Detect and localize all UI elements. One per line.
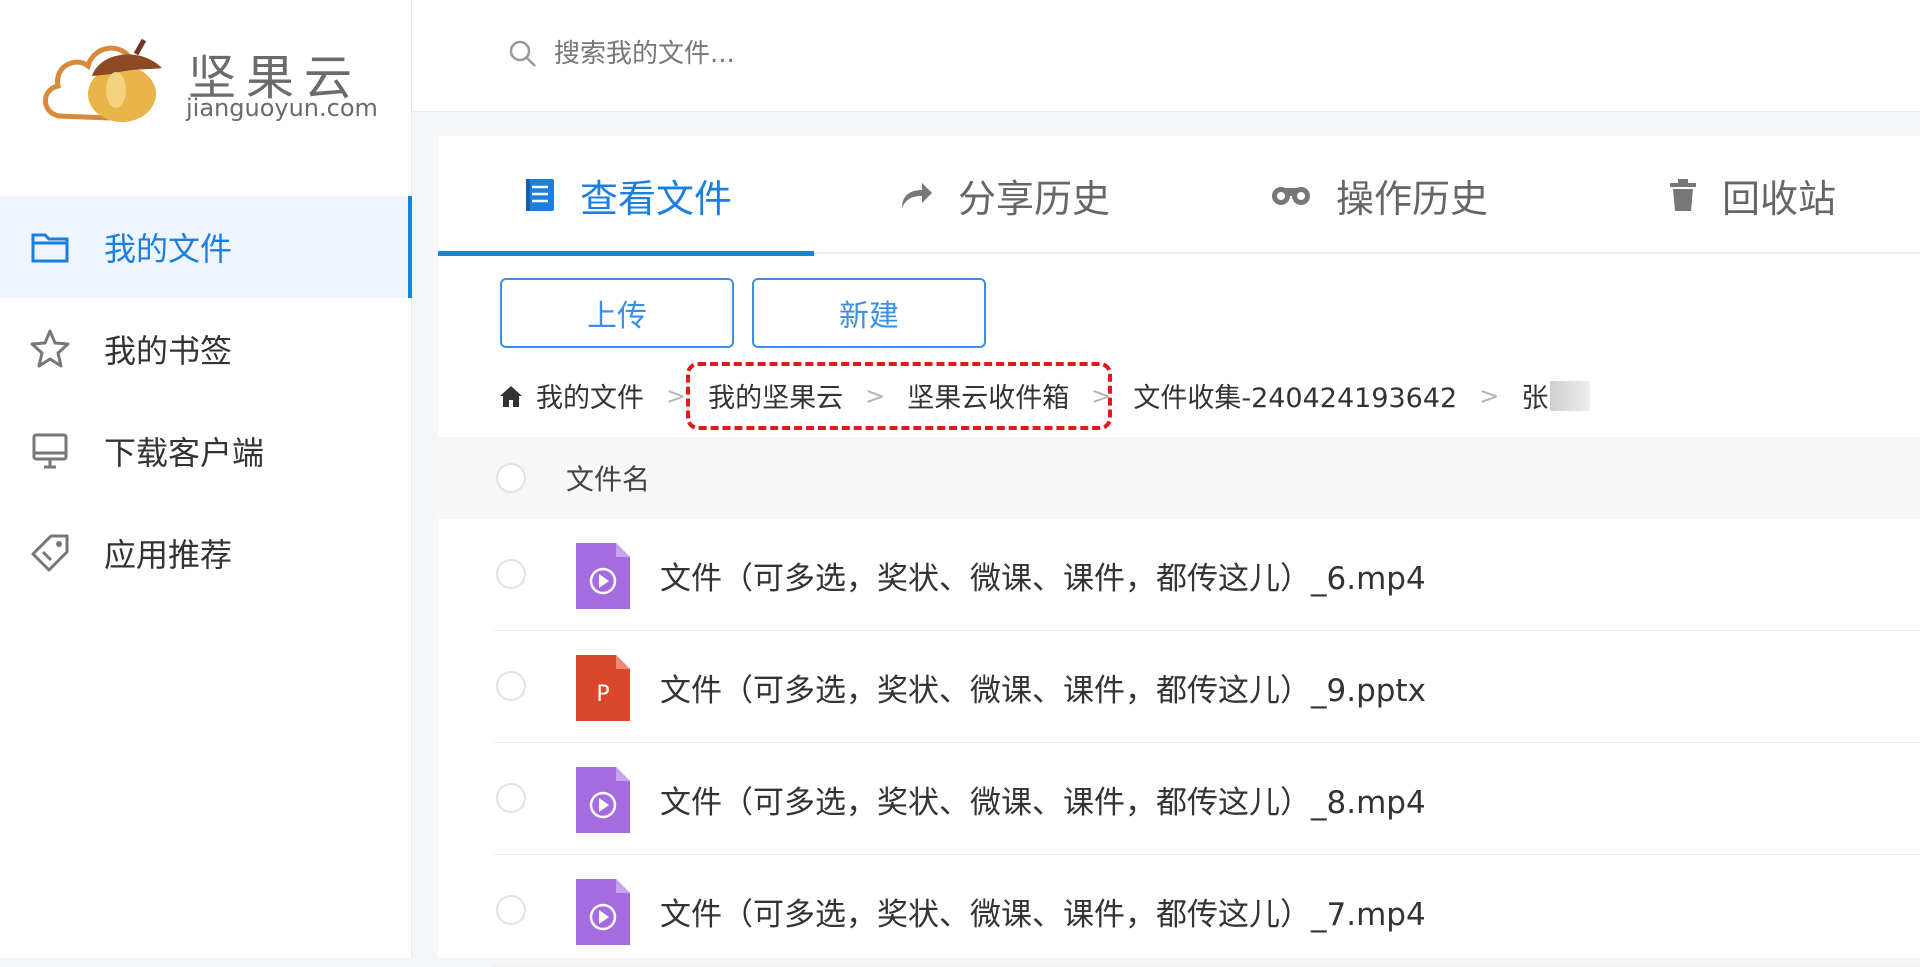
tab-recycle-bin[interactable]: 回收站 bbox=[1668, 136, 1836, 254]
file-name[interactable]: 文件（可多选，奖状、微课、课件，都传这儿）_8.mp4 bbox=[660, 777, 1426, 822]
highlight-annotation bbox=[686, 362, 1112, 430]
sidebar-item-app-recommend[interactable]: 应用推荐 bbox=[0, 502, 412, 604]
sidebar-item-label: 应用推荐 bbox=[104, 536, 233, 574]
select-all-checkbox[interactable] bbox=[496, 463, 526, 493]
main-panel: 查看文件 分享历史 操作历史 回收站 上传 新建 我的文件 > 我的坚果云 > … bbox=[437, 136, 1920, 967]
sidebar-item-label: 我的书签 bbox=[104, 332, 233, 370]
acorn-logo-icon bbox=[43, 38, 162, 122]
row-checkbox[interactable] bbox=[496, 671, 526, 701]
tab-label: 查看文件 bbox=[580, 176, 733, 221]
search-input[interactable] bbox=[552, 38, 1152, 70]
monitor-icon bbox=[28, 429, 72, 473]
brand-domain: jianguoyun.com bbox=[186, 94, 378, 122]
logo[interactable]: 坚果云 jianguoyun.com bbox=[40, 28, 378, 128]
breadcrumb-separator: > bbox=[666, 381, 687, 410]
sidebar-item-my-files[interactable]: 我的文件 bbox=[0, 196, 412, 298]
row-checkbox[interactable] bbox=[496, 895, 526, 925]
file-name[interactable]: 文件（可多选，奖状、微课、课件，都传这儿）_7.mp4 bbox=[660, 889, 1426, 934]
video-file-icon bbox=[576, 543, 630, 609]
file-name[interactable]: 文件（可多选，奖状、微课、课件，都传这儿）_6.mp4 bbox=[660, 553, 1426, 598]
sidebar-nav: 我的文件 我的书签 下载客户端 应用推荐 bbox=[0, 196, 412, 604]
row-checkbox[interactable] bbox=[496, 559, 526, 589]
table-header: 文件名 bbox=[438, 437, 1920, 519]
video-file-icon bbox=[576, 767, 630, 833]
column-header-name[interactable]: 文件名 bbox=[566, 458, 650, 498]
tab-bar: 查看文件 分享历史 操作历史 回收站 bbox=[437, 136, 1920, 256]
sidebar-item-download-client[interactable]: 下载客户端 bbox=[0, 400, 412, 502]
search-box bbox=[508, 38, 1152, 70]
row-checkbox[interactable] bbox=[496, 783, 526, 813]
tab-label: 操作历史 bbox=[1336, 176, 1489, 221]
breadcrumb-collection[interactable]: 文件收集-240424193642 bbox=[1133, 376, 1457, 415]
table-row[interactable]: 文件（可多选，奖状、微课、课件，都传这儿）_8.mp4 bbox=[438, 743, 1920, 855]
powerpoint-file-icon: P bbox=[576, 655, 630, 721]
tab-share-history[interactable]: 分享历史 bbox=[898, 136, 1110, 254]
share-icon bbox=[898, 180, 934, 210]
folder-icon bbox=[28, 225, 72, 269]
star-icon bbox=[28, 327, 72, 371]
trash-icon bbox=[1668, 178, 1698, 212]
tab-view-files[interactable]: 查看文件 bbox=[437, 136, 815, 256]
top-bar bbox=[412, 0, 1920, 112]
sidebar: 坚果云 jianguoyun.com 我的文件 我的书签 下载客户端 应用推荐 bbox=[0, 0, 412, 958]
search-icon[interactable] bbox=[508, 39, 538, 69]
breadcrumb-separator: > bbox=[1479, 381, 1500, 410]
table-row[interactable]: 文件（可多选，奖状、微课、课件，都传这儿）_6.mp4 bbox=[438, 519, 1920, 631]
breadcrumb-user-folder[interactable]: 张 bbox=[1521, 376, 1548, 415]
sidebar-item-bookmarks[interactable]: 我的书签 bbox=[0, 298, 412, 400]
video-file-icon bbox=[576, 879, 630, 945]
breadcrumb-my-files[interactable]: 我的文件 bbox=[536, 376, 644, 415]
tab-label: 回收站 bbox=[1722, 176, 1837, 221]
sidebar-item-label: 下载客户端 bbox=[104, 434, 265, 472]
table-row[interactable]: 文件（可多选，奖状、微课、课件，都传这儿）_7.mp4 bbox=[438, 855, 1920, 967]
tag-icon bbox=[28, 531, 72, 575]
file-list: 文件（可多选，奖状、微课、课件，都传这儿）_6.mp4 P 文件（可多选，奖状、… bbox=[438, 519, 1920, 967]
new-button[interactable]: 新建 bbox=[752, 278, 986, 348]
tab-operation-history[interactable]: 操作历史 bbox=[1270, 136, 1488, 254]
sidebar-item-label: 我的文件 bbox=[104, 230, 233, 268]
upload-button[interactable]: 上传 bbox=[500, 278, 734, 348]
file-name[interactable]: 文件（可多选，奖状、微课、课件，都传这儿）_9.pptx bbox=[660, 665, 1426, 710]
blurred-name bbox=[1550, 380, 1591, 411]
binoculars-icon bbox=[1270, 182, 1312, 208]
ppt-badge: P bbox=[596, 682, 609, 707]
document-icon bbox=[524, 177, 556, 213]
table-row[interactable]: P 文件（可多选，奖状、微课、课件，都传这儿）_9.pptx bbox=[438, 631, 1920, 743]
tab-label: 分享历史 bbox=[958, 176, 1111, 221]
home-icon[interactable] bbox=[498, 384, 524, 408]
